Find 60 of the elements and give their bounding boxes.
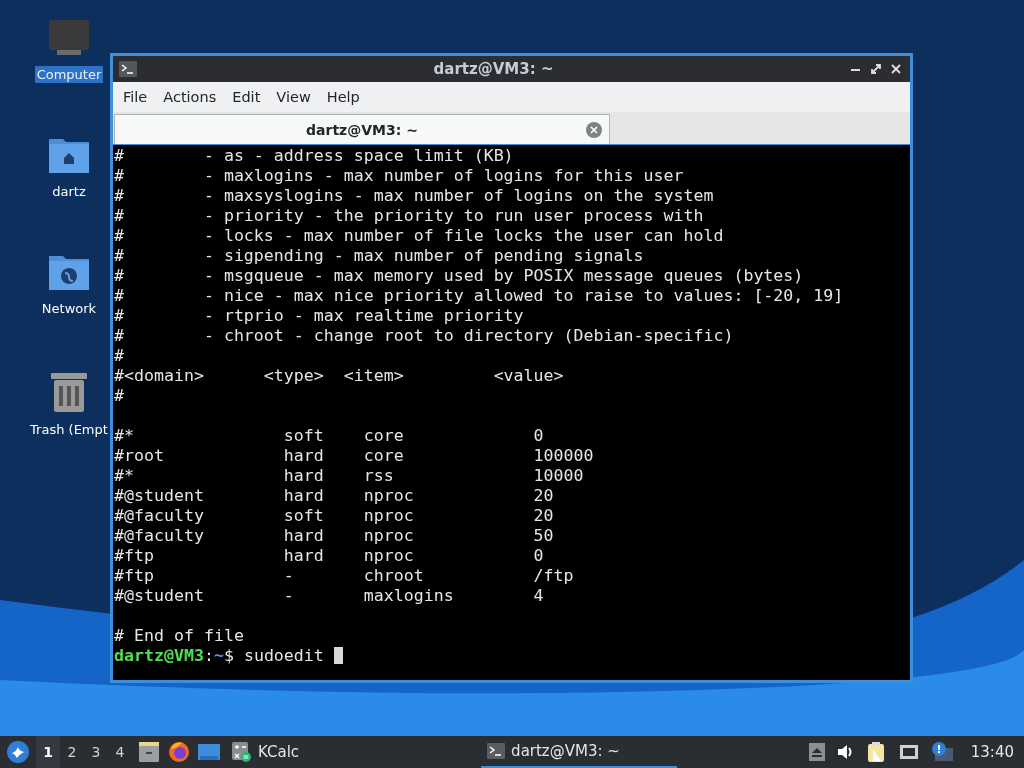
terminal-line: #ftp - chroot /ftp [114, 566, 575, 586]
terminal-line: #* hard rss 10000 [114, 466, 585, 486]
terminal-line: # [114, 346, 125, 366]
monitor-icon [48, 20, 90, 58]
menu-item[interactable]: File [115, 89, 156, 105]
terminal-line: # - rtprio - max realtime priority [114, 306, 525, 326]
terminal-line: #@student hard nproc 20 [114, 486, 555, 506]
workspace-button[interactable]: 2 [60, 736, 84, 768]
menu-item[interactable]: Edit [224, 89, 269, 105]
tab[interactable]: dartz@VM3: ~ [114, 114, 610, 144]
calculator-icon [232, 742, 252, 762]
terminal-line: #root hard core 100000 [114, 446, 595, 466]
workspace-button[interactable]: 3 [84, 736, 108, 768]
notification-icon[interactable] [930, 742, 953, 762]
terminal-icon [487, 743, 506, 759]
window-icon[interactable] [198, 743, 220, 761]
terminal-line: # - maxlogins - max number of logins for this user [114, 166, 685, 186]
network-folder-icon [48, 254, 90, 292]
terminal-line: #@faculty hard nproc 50 [114, 526, 555, 546]
clock[interactable]: 13:40 [970, 743, 1014, 761]
desktop-icon-label[interactable]: dartz [50, 183, 88, 200]
terminal-line: # - msgqueue - max memory used by POSIX message queues (bytes) [114, 266, 805, 286]
network-port-icon[interactable] [898, 743, 919, 761]
desktop-icon-label[interactable]: Trash (Empt [28, 421, 110, 438]
desktop-icon-label[interactable]: Computer [34, 66, 104, 83]
maximize-icon[interactable] [870, 63, 882, 75]
menu-item[interactable]: View [268, 89, 319, 105]
terminal-line: # [114, 386, 125, 406]
start-menu-icon[interactable] [6, 740, 30, 764]
terminal-prompt: dartz@VM3:~$ sudoedit [114, 646, 325, 665]
eject-icon[interactable] [808, 743, 825, 761]
terminal-line: # - chroot - change root to directory (Debian-specific) [114, 326, 735, 346]
terminal-line: # - priority - the priority to run user process with [114, 206, 705, 226]
terminal-line: # - sigpending - max number of pending signals [114, 246, 645, 266]
terminal-line: # - locks - max number of file locks the user can hold [114, 226, 725, 246]
terminal-icon [119, 61, 137, 77]
text-cursor [333, 647, 343, 664]
menu-item[interactable]: Help [318, 89, 368, 105]
terminal-line: #ftp hard nproc 0 [114, 546, 545, 566]
filing-cabinet-icon[interactable] [138, 741, 160, 763]
terminal-line: #@student - maxlogins 4 [114, 586, 545, 606]
window-title: dartz@VM3: ~ [432, 60, 555, 78]
desktop-icon-label[interactable]: Network [39, 300, 99, 317]
trash-icon [48, 371, 90, 413]
terminal-line: # - maxsyslogins - max number of logins on the system [114, 186, 715, 206]
close-icon[interactable] [890, 63, 902, 75]
home-folder-icon [48, 137, 90, 175]
terminal-line: #@faculty soft nproc 20 [114, 506, 555, 526]
terminal-line: #<domain> <type> <item> <value> [114, 366, 565, 386]
clipboard-icon[interactable] [866, 741, 887, 763]
task-button[interactable]: KCalc [226, 736, 306, 768]
browser-icon[interactable] [168, 741, 190, 763]
menu-item[interactable]: Actions [155, 89, 225, 105]
terminal-line: # End of file [114, 626, 245, 646]
terminal-line: # - nice - max nice priority allowed to raise to values: [-20, 19] [114, 286, 845, 306]
workspace-button[interactable]: 4 [108, 736, 132, 768]
terminal-line: #* soft core 0 [114, 426, 545, 446]
task-button[interactable]: dartz@VM3: ~ [481, 736, 678, 768]
terminal-line: # - as - address space limit (KB) [114, 146, 515, 166]
workspace-button[interactable]: 1 [36, 736, 60, 768]
